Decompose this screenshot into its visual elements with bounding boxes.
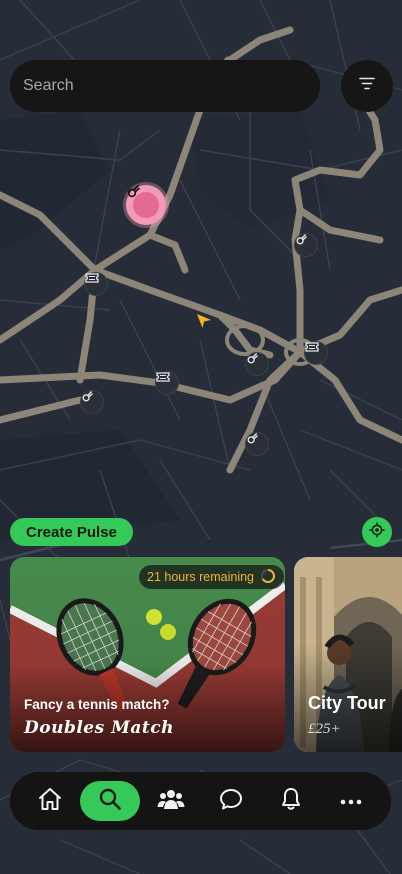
search-placeholder: Search	[23, 77, 74, 94]
map-pin-event[interactable]	[245, 432, 269, 456]
card-title: City Tour	[308, 693, 386, 713]
map-pin-ticket[interactable]	[304, 341, 328, 365]
map-pin-ticket[interactable]	[155, 371, 179, 395]
map-pin-featured[interactable]	[126, 185, 166, 225]
nav-community[interactable]	[151, 781, 191, 821]
home-icon	[37, 787, 63, 816]
card-title: Doubles Match	[24, 718, 174, 738]
create-pulse-button[interactable]: Create Pulse	[10, 518, 133, 546]
map-pin-ticket[interactable]	[84, 272, 108, 296]
search-icon	[98, 787, 122, 816]
time-remaining-text: 21 hours remaining	[147, 570, 255, 584]
time-remaining-badge: 21 hours remaining	[139, 565, 285, 589]
card-price: £25+	[308, 721, 341, 737]
filter-icon	[359, 77, 375, 95]
card-subtitle: Fancy a tennis match?	[24, 697, 170, 712]
progress-ring-icon	[260, 568, 276, 587]
map-pin-event[interactable]	[80, 390, 104, 414]
more-icon	[340, 792, 362, 810]
locate-me-button[interactable]	[362, 517, 392, 547]
chat-icon	[219, 788, 243, 815]
crosshair-icon	[369, 522, 385, 543]
filter-button[interactable]	[341, 60, 393, 112]
people-icon	[157, 788, 185, 815]
nav-search[interactable]	[80, 781, 140, 821]
app-screen: Search Create Pulse 21 hours remaining F…	[0, 0, 402, 874]
search-input[interactable]: Search	[10, 60, 320, 112]
bottom-nav	[10, 772, 391, 830]
nav-notifications[interactable]	[271, 781, 311, 821]
map-pin-event[interactable]	[294, 233, 318, 257]
map-pin-event[interactable]	[245, 352, 269, 376]
nav-home[interactable]	[30, 781, 70, 821]
nav-more[interactable]	[331, 781, 371, 821]
nav-messages[interactable]	[211, 781, 251, 821]
comet-icon	[127, 185, 159, 218]
bell-icon	[280, 787, 302, 816]
